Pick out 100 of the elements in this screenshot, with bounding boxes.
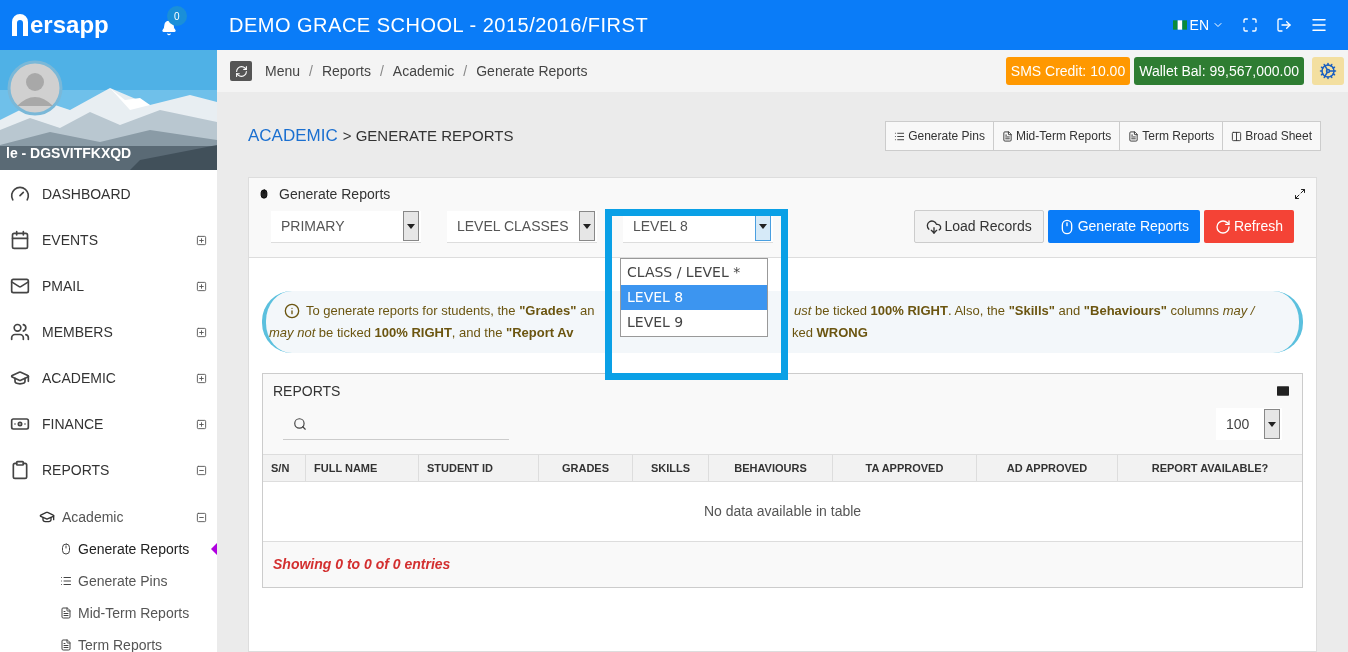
- sidebar-item[interactable]: EVENTS: [10, 217, 196, 263]
- column-header[interactable]: REPORT AVAILABLE?: [1151, 459, 1269, 477]
- page-size-select[interactable]: 100: [1216, 408, 1282, 440]
- expand-icon[interactable]: [196, 326, 207, 338]
- sidebar-item[interactable]: Academic: [38, 501, 196, 533]
- column-header[interactable]: STUDENT ID: [427, 459, 493, 477]
- breadcrumb-separator: /: [463, 61, 468, 81]
- caret-icon: [759, 223, 767, 229]
- expand-icon[interactable]: [196, 418, 207, 430]
- notification-count: 0: [166, 6, 187, 26]
- sidebar-item[interactable]: MEMBERS: [10, 309, 196, 355]
- column-header[interactable]: BEHAVIOURS: [734, 459, 807, 477]
- reload-icon: [234, 64, 248, 78]
- report-link-button[interactable]: Broad Sheet: [1222, 121, 1321, 151]
- mouse-icon: [259, 187, 269, 201]
- sidebar-item[interactable]: FINANCE: [10, 401, 196, 447]
- people-icon: [10, 322, 30, 342]
- collapse-icon[interactable]: [196, 464, 207, 476]
- breadcrumb-separator: /: [309, 61, 313, 81]
- clipboard-icon: [10, 460, 30, 480]
- balance-badge: SMS Credit: 10.00: [1005, 57, 1131, 85]
- report-link-button[interactable]: Generate Pins: [885, 121, 994, 151]
- action-button[interactable]: Load Records: [913, 210, 1044, 243]
- calendar-icon: [10, 230, 30, 250]
- columns-icon: [1231, 130, 1243, 142]
- breadcrumb-separator: /: [379, 61, 384, 81]
- cloud-download-icon: [925, 218, 942, 235]
- list-icon: [60, 575, 72, 587]
- logo[interactable]: ersapp: [10, 7, 109, 43]
- select-field[interactable]: PRIMARY: [271, 210, 421, 243]
- info-text: ked WRONG: [792, 325, 868, 340]
- caret-icon: [583, 223, 591, 229]
- column-header[interactable]: S/N: [271, 459, 290, 477]
- column-header[interactable]: FULL NAME: [314, 459, 378, 477]
- refresh-icon: [1214, 218, 1231, 235]
- graduation-cap-icon: [10, 368, 30, 388]
- menu-icon[interactable]: [1310, 16, 1328, 34]
- window-title: DEMO GRACE SCHOOL - 2015/2016/FIRST: [229, 13, 649, 38]
- sidebar-item[interactable]: Mid-Term Reports: [60, 597, 217, 629]
- expand-icon[interactable]: [196, 372, 207, 384]
- document-icon: [1001, 130, 1013, 142]
- breadcrumb-link[interactable]: Generate Reports: [476, 60, 588, 82]
- expand-icon[interactable]: [196, 234, 207, 246]
- sidebar-item[interactable]: Generate Reports: [60, 533, 217, 565]
- dropdown-option[interactable]: LEVEL 9: [621, 310, 767, 335]
- document-icon: [1128, 130, 1140, 142]
- breadcrumb-link[interactable]: Academic: [392, 60, 455, 82]
- expand-icon[interactable]: [196, 280, 207, 292]
- column-header[interactable]: SKILLS: [650, 459, 691, 477]
- sidebar-item[interactable]: ACADEMIC: [10, 355, 196, 401]
- sidebar-item[interactable]: Term Reports: [60, 629, 217, 652]
- select-field[interactable]: LEVEL CLASSES: [447, 210, 597, 243]
- list-icon: [894, 130, 906, 142]
- info-text: may not be ticked 100% RIGHT, and the "Report Av: [269, 325, 574, 340]
- document-icon: [60, 639, 72, 651]
- fullscreen-icon[interactable]: [1242, 17, 1258, 33]
- caret-icon: [407, 223, 415, 229]
- collapse-icon[interactable]: [196, 511, 207, 523]
- expand-panel-icon[interactable]: [1294, 188, 1306, 200]
- notification-bell-icon[interactable]: [160, 20, 177, 36]
- report-link-button[interactable]: Term Reports: [1119, 121, 1224, 151]
- settings-button[interactable]: [1312, 57, 1344, 85]
- settings-icon: [1319, 62, 1337, 80]
- sidebar-item[interactable]: Generate Pins: [60, 565, 217, 597]
- search-icon: [293, 416, 307, 431]
- dropdown-option[interactable]: CLASS / LEVEL *: [621, 260, 767, 285]
- gauge-icon: [10, 184, 30, 204]
- reports-title: REPORTS: [273, 381, 341, 401]
- action-button[interactable]: Refresh: [1203, 210, 1294, 243]
- info-icon: [284, 303, 300, 319]
- empty-table-message: No data available in table: [703, 502, 862, 521]
- column-header[interactable]: TA APPROVED: [865, 459, 944, 477]
- document-icon: [60, 607, 72, 619]
- sidebar-item[interactable]: REPORTS: [10, 447, 196, 493]
- caret-icon: [1268, 421, 1276, 427]
- sidebar-item[interactable]: PMAIL: [10, 263, 196, 309]
- sidebar-item[interactable]: DASHBOARD: [10, 171, 207, 217]
- entries-summary: Showing 0 to 0 of 0 entries: [273, 555, 451, 574]
- balance-badge: Wallet Bal: 99,567,000.00: [1134, 57, 1304, 85]
- graduation-cap-icon: [38, 509, 56, 525]
- info-text: ust be ticked 100% RIGHT. Also, the "Skills" and "Behaviours" columns may /: [794, 303, 1255, 318]
- action-button[interactable]: Generate Reports: [1047, 210, 1200, 243]
- column-header[interactable]: AD APPROVED: [1006, 459, 1088, 477]
- active-marker-icon: [211, 543, 217, 555]
- logout-icon[interactable]: [1276, 17, 1292, 33]
- logo-mark-icon: [10, 14, 30, 36]
- avatar: [7, 60, 63, 116]
- language-selector[interactable]: EN: [1172, 14, 1224, 36]
- info-text: To generate reports for students, the "Grades" an: [306, 303, 595, 318]
- report-link-button[interactable]: Mid-Term Reports: [992, 121, 1121, 151]
- section-title[interactable]: ACADEMIC: [248, 123, 338, 149]
- breadcrumb-link[interactable]: Reports: [321, 60, 371, 82]
- flag-icon: [1172, 20, 1187, 30]
- breadcrumb-link[interactable]: Menu: [265, 60, 301, 82]
- user-name: le - DGSVITFKXQD: [6, 144, 132, 163]
- reload-button[interactable]: [230, 61, 252, 81]
- mouse-icon: [60, 543, 72, 555]
- page-title: > GENERATE REPORTS: [342, 125, 514, 146]
- column-header[interactable]: GRADES: [561, 459, 610, 477]
- panel-title: Generate Reports: [279, 184, 391, 204]
